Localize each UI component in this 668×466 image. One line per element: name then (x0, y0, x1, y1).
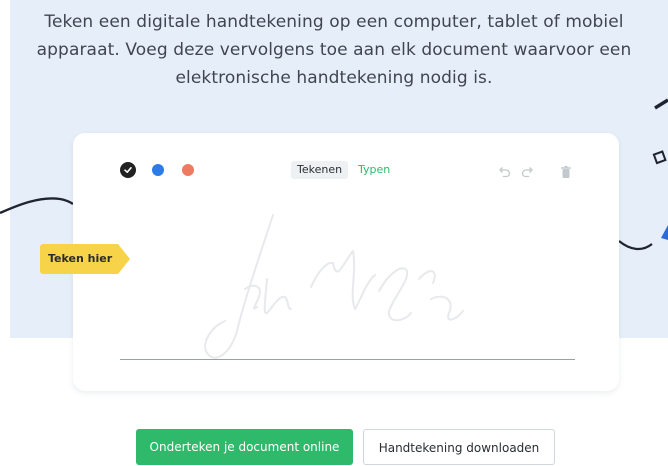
undo-button[interactable] (496, 164, 512, 180)
intro-line-2: apparaat. Voeg deze vervolgens toe aan e… (36, 40, 632, 60)
color-swatch-blue[interactable] (152, 164, 164, 176)
right-squiggle-low (618, 240, 653, 251)
color-swatch-red[interactable] (182, 164, 194, 176)
trash-icon (561, 165, 571, 178)
sign-online-button[interactable]: Onderteken je document online (136, 429, 353, 465)
left-squiggle (0, 197, 74, 215)
tab-typen[interactable]: Typen (352, 161, 396, 179)
color-swatch-black[interactable] (120, 162, 136, 178)
signature-placeholder-graphic (204, 214, 464, 359)
sign-here-label: Teken hier (40, 244, 119, 274)
tab-tekenen[interactable]: Tekenen (291, 161, 349, 179)
signature-pad: Tekenen Typen (73, 133, 619, 391)
right-squiggle-top (654, 98, 668, 110)
sign-here-arrow-icon (118, 244, 131, 274)
redo-button[interactable] (520, 164, 536, 180)
intro-line-1: Teken een digitale handtekening op een c… (44, 12, 624, 32)
intro-line-3: elektronische handtekening nodig is. (175, 68, 493, 88)
sign-here-marker: Teken hier (40, 244, 131, 274)
right-blue-shape (661, 225, 668, 240)
download-signature-button[interactable]: Handtekening downloaden (363, 429, 555, 465)
intro-text: Teken een digitale handtekening op een c… (0, 8, 668, 92)
right-square-outline (652, 150, 667, 165)
signature-baseline (120, 359, 575, 360)
redo-icon (521, 167, 533, 178)
delete-button[interactable] (558, 164, 574, 180)
undo-icon (499, 167, 511, 178)
check-icon (124, 167, 132, 173)
